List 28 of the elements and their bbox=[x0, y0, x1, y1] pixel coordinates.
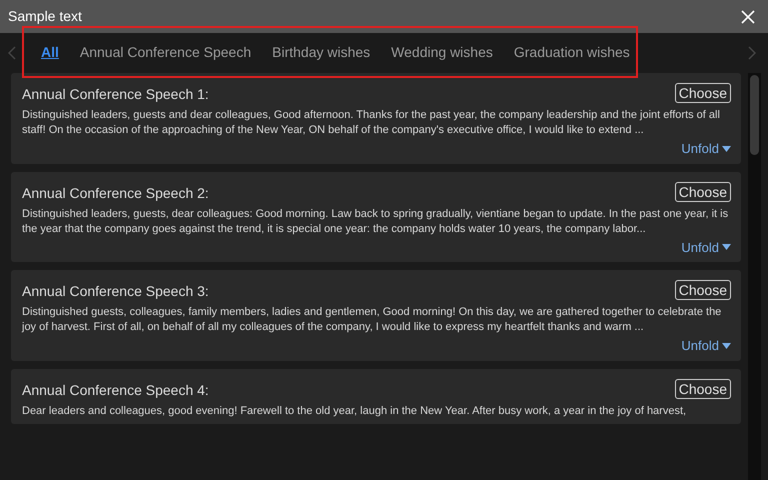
speech-excerpt: Distinguished guests, colleagues, family members, ladies and gentlemen, Good morning! On this day, we are gathered together to celebrate the joy of harvest. First of all, on behalf of all my colleagues of the company, I would like to express my heartfelt thanks and warm ... bbox=[22, 305, 722, 335]
unfold-button[interactable]: Unfold bbox=[681, 139, 731, 158]
category-tab[interactable]: Graduation wishes bbox=[514, 42, 630, 62]
speech-excerpt: Distinguished leaders, guests and dear colleagues, Good afternoon. Thanks for the past year, the company leadership and the joint efforts of all staff! On the occasion of the approaching of the New Year, ON behalf of the company's executive office, I would like to extend ... bbox=[22, 108, 721, 138]
caret-down-icon bbox=[722, 146, 731, 152]
category-tab[interactable]: Birthday wishes bbox=[272, 42, 370, 62]
category-tab[interactable]: Annual Conference Speech bbox=[80, 42, 252, 62]
card-title: Annual Conference Speech 3: bbox=[22, 282, 209, 301]
choose-button[interactable]: Choose bbox=[674, 182, 731, 202]
chevron-right-icon[interactable] bbox=[748, 46, 756, 60]
choose-button[interactable]: Choose bbox=[674, 280, 731, 300]
close-icon[interactable] bbox=[740, 8, 756, 24]
scrollbar-thumb[interactable] bbox=[750, 75, 759, 155]
choose-button[interactable]: Choose bbox=[674, 83, 731, 103]
window-title: Sample text bbox=[8, 7, 82, 26]
unfold-button[interactable]: Unfold bbox=[681, 238, 731, 257]
unfold-button[interactable]: Unfold bbox=[681, 336, 731, 356]
card-title: Annual Conference Speech 1: bbox=[22, 85, 209, 104]
card-title: Annual Conference Speech 2: bbox=[22, 184, 209, 203]
speech-excerpt: Dear leaders and colleagues, good evening! Farewell to the old year, laugh in the New Year. After busy work, a year in the joy of harvest, bbox=[22, 404, 688, 418]
chevron-left-icon[interactable] bbox=[8, 46, 16, 60]
choose-button[interactable]: Choose bbox=[674, 378, 731, 398]
speech-excerpt: Distinguished leaders, guests, dear colleagues: Good morning. Law back to spring gradually, vientiane began to update. In the past one year, it is the year that the company goes against the trend, it is special one year: the company holds water 10 years, the company labor... bbox=[22, 206, 730, 236]
caret-down-icon bbox=[722, 342, 731, 349]
caret-down-icon bbox=[722, 244, 731, 250]
category-tab[interactable]: Wedding wishes bbox=[391, 42, 493, 62]
card-title: Annual Conference Speech 4: bbox=[22, 380, 209, 400]
category-tab[interactable]: All bbox=[41, 42, 59, 62]
